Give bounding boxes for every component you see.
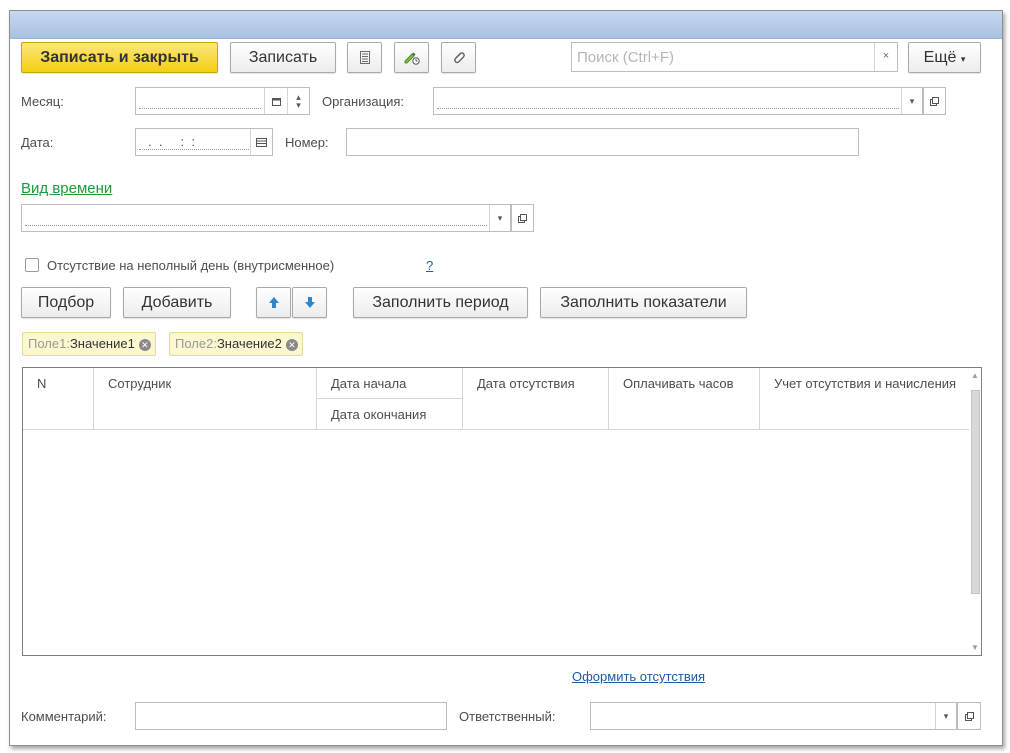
partial-day-checkbox[interactable]	[25, 258, 39, 272]
stepper-down-icon[interactable]: ▾	[296, 101, 301, 110]
table-scrollbar[interactable]: ▲ ▼	[969, 368, 981, 655]
fill-indicators-button[interactable]: Заполнить показатели	[540, 287, 747, 318]
arrow-up-icon	[268, 296, 280, 309]
document-journal-button[interactable]	[347, 42, 382, 73]
dropdown-arrow-icon[interactable]: ▾	[935, 703, 956, 729]
date-input[interactable]: . . : :	[148, 134, 195, 149]
column-header-absence-date[interactable]: Дата отсутствия	[463, 368, 609, 429]
filter-tag-key: Поле2:	[175, 336, 217, 351]
save-and-close-button[interactable]: Записать и закрыть	[21, 42, 218, 73]
arrow-down-icon	[304, 296, 316, 309]
search-input[interactable]: Поиск (Ctrl+F)	[577, 49, 674, 66]
column-header-accounting[interactable]: Учет отсутствия и начисления	[760, 368, 969, 429]
scroll-down-icon[interactable]: ▼	[971, 643, 979, 652]
move-down-button[interactable]	[292, 287, 327, 318]
help-link[interactable]: ?	[426, 258, 433, 273]
scroll-up-icon[interactable]: ▲	[971, 371, 979, 380]
attachments-button[interactable]	[441, 42, 476, 73]
filter-tag-value: Значение1	[69, 336, 135, 351]
open-external-icon	[958, 703, 980, 729]
column-header-start-date[interactable]: Дата начала	[317, 368, 463, 399]
open-external-icon	[512, 205, 533, 231]
filter-tag-key: Поле1:	[28, 336, 70, 351]
time-type-open-button[interactable]	[511, 204, 534, 232]
title-bar[interactable]	[10, 11, 1002, 39]
remove-filter-icon[interactable]: ✕	[285, 339, 298, 351]
responsible-label: Ответственный:	[459, 709, 556, 724]
add-button[interactable]: Добавить	[123, 287, 231, 318]
time-type-link[interactable]: Вид времени	[21, 180, 112, 197]
calendar-icon[interactable]	[264, 88, 287, 114]
filter-tag[interactable]: Поле2:Значение2 ✕	[169, 332, 303, 356]
pick-button[interactable]: Подбор	[21, 287, 111, 318]
edit-history-button[interactable]	[394, 42, 429, 73]
document-list-icon	[360, 51, 370, 64]
fill-period-button[interactable]: Заполнить период	[353, 287, 528, 318]
comment-label: Комментарий:	[21, 709, 107, 724]
organization-label: Организация:	[322, 94, 405, 109]
organization-field[interactable]: ▾	[433, 87, 923, 115]
search-clear-button[interactable]: ×	[874, 43, 897, 71]
number-field[interactable]	[346, 128, 859, 156]
calendar-grid-icon[interactable]	[250, 129, 272, 155]
search-field[interactable]: Поиск (Ctrl+F) ×	[571, 42, 898, 72]
document-window: Записать и закрыть Записать Поиск (Ctrl+…	[9, 10, 1003, 746]
date-field[interactable]: . . : :	[135, 128, 273, 156]
time-type-field[interactable]: ▾	[21, 204, 511, 232]
month-stepper[interactable]: ▴ ▾	[287, 88, 309, 114]
save-button[interactable]: Записать	[230, 42, 336, 73]
dropdown-arrow-icon[interactable]: ▾	[489, 205, 510, 231]
move-up-button[interactable]	[256, 287, 291, 318]
partial-day-label[interactable]: Отсутствие на неполный день (внутрисменн…	[47, 258, 334, 273]
more-button[interactable]: Ещё ▾	[908, 42, 981, 73]
dropdown-arrow-icon[interactable]: ▾	[901, 88, 922, 114]
column-header-n[interactable]: N	[23, 368, 94, 429]
remove-filter-icon[interactable]: ✕	[138, 339, 151, 351]
column-header-pay-hours[interactable]: Оплачивать часов	[609, 368, 760, 429]
more-label: Ещё	[923, 49, 957, 66]
comment-field[interactable]	[135, 702, 447, 730]
month-label: Месяц:	[21, 94, 64, 109]
column-header-end-date[interactable]: Дата окончания	[317, 399, 463, 429]
organization-open-button[interactable]	[923, 87, 946, 115]
chevron-down-icon: ▾	[960, 54, 966, 64]
paperclip-icon	[452, 50, 466, 65]
responsible-open-button[interactable]	[957, 702, 981, 730]
column-header-employee[interactable]: Сотрудник	[94, 368, 317, 429]
table-header: N Сотрудник Дата начала Дата окончания Д…	[23, 368, 969, 430]
open-external-icon	[924, 88, 945, 114]
month-field[interactable]: ▴ ▾	[135, 87, 310, 115]
employees-table[interactable]: N Сотрудник Дата начала Дата окончания Д…	[22, 367, 982, 656]
pencil-clock-icon	[404, 50, 420, 65]
scrollbar-thumb[interactable]	[971, 390, 980, 594]
date-label: Дата:	[21, 135, 54, 150]
number-label: Номер:	[285, 135, 329, 150]
register-absences-link[interactable]: Оформить отсутствия	[572, 669, 705, 684]
filter-tag-value: Значение2	[216, 336, 282, 351]
responsible-field[interactable]: ▾	[590, 702, 957, 730]
filter-tag[interactable]: Поле1:Значение1 ✕	[22, 332, 156, 356]
